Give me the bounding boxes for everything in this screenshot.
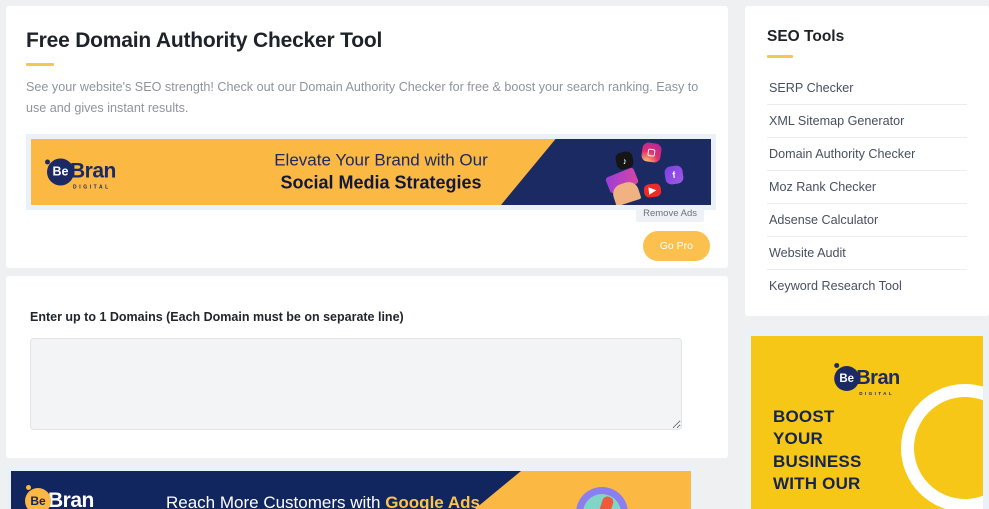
google-ads-icon-inner — [583, 494, 621, 509]
list-item: XML Sitemap Generator — [767, 104, 967, 137]
page-root: Free Domain Authority Checker Tool See y… — [0, 0, 989, 509]
google-ads-icon-bar — [592, 495, 615, 509]
seo-tools-list: SERP Checker XML Sitemap Generator Domai… — [767, 72, 967, 302]
sidebar-title: SEO Tools — [767, 28, 845, 45]
youtube-glyph: ▶ — [648, 184, 657, 196]
domain-input[interactable] — [30, 338, 682, 430]
sidebar: SEO Tools SERP Checker XML Sitemap Gener… — [745, 6, 989, 509]
logo-dot-icon — [834, 363, 840, 368]
logo-bran-label: Bran — [70, 159, 116, 183]
logo-digital-label: DIGITAL — [73, 184, 111, 191]
youtube-icon: ▶ — [643, 183, 662, 198]
list-item: Adsense Calculator — [767, 203, 967, 236]
bottom-banner-plain-text: Reach More Customers with — [166, 493, 386, 509]
title-underline-accent — [26, 63, 54, 67]
bottom-banner-ad[interactable]: Be Bran Reach More Customers with Google… — [11, 471, 691, 509]
decorative-ring-shape — [901, 384, 983, 509]
list-item: SERP Checker — [767, 72, 967, 104]
logo-be-badge: Be — [834, 366, 860, 391]
sidebar-item-adsense-calculator[interactable]: Adsense Calculator — [767, 204, 967, 236]
sidebar-item-serp-checker[interactable]: SERP Checker — [767, 72, 967, 104]
top-banner-line2: Social Media Strategies — [280, 172, 482, 193]
top-banner-ad[interactable]: Be Bran DIGITAL Elevate Your Brand with … — [31, 138, 711, 205]
remove-ads-label[interactable]: Remove Ads — [636, 205, 704, 222]
bottom-ad-frame: Be Bran Reach More Customers with Google… — [6, 466, 696, 509]
list-item: Domain Authority Checker — [767, 137, 967, 170]
facebook-glyph: f — [671, 169, 677, 181]
list-item: Keyword Research Tool — [767, 269, 967, 302]
sidebar-item-website-audit[interactable]: Website Audit — [767, 237, 967, 269]
go-pro-button[interactable]: Go Pro — [642, 231, 710, 261]
sidebar-ad-headline: BOOST YOUR BUSINESS WITH OUR — [773, 407, 862, 494]
seo-tools-card: SEO Tools SERP Checker XML Sitemap Gener… — [745, 6, 989, 316]
logo-bran-text: Bran DIGITAL — [856, 367, 900, 396]
logo-digital-label: DIGITAL — [859, 391, 895, 396]
bottom-banner-text: Reach More Customers with Google Ads — [166, 493, 480, 509]
page-title: Free Domain Authority Checker Tool — [26, 29, 383, 52]
top-ad-frame: Be Bran DIGITAL Elevate Your Brand with … — [26, 133, 716, 210]
page-description: See your website's SEO strength! Check o… — [26, 80, 699, 115]
bebran-logo: Be Bran DIGITAL — [45, 158, 116, 191]
top-banner-line1: Elevate Your Brand with Our — [274, 150, 488, 170]
sidebar-ad-frame: Be Bran DIGITAL BOOST YOUR BUSINESS WITH… — [745, 330, 989, 509]
tiktok-icon: ♪ — [614, 150, 635, 171]
logo-bran-text: Bran — [48, 489, 94, 509]
top-banner-text: Elevate Your Brand with Our Social Media… — [236, 149, 526, 194]
header-card: Free Domain Authority Checker Tool See y… — [6, 6, 728, 268]
tiktok-glyph: ♪ — [621, 155, 628, 166]
logo-bran-text: Bran DIGITAL — [70, 159, 116, 191]
logo-bran-label: Bran — [856, 367, 900, 389]
list-item: Website Audit — [767, 236, 967, 269]
sidebar-item-xml-sitemap-generator[interactable]: XML Sitemap Generator — [767, 105, 967, 137]
sidebar-item-domain-authority-checker[interactable]: Domain Authority Checker — [767, 138, 967, 170]
bebran-logo-bottom: Be Bran — [25, 485, 94, 509]
sidebar-ad[interactable]: Be Bran DIGITAL BOOST YOUR BUSINESS WITH… — [751, 336, 983, 509]
bottom-banner-highlight-text: Google Ads — [385, 493, 480, 509]
instagram-glyph: ▢ — [646, 146, 657, 158]
instagram-icon: ▢ — [640, 141, 663, 164]
logo-be-badge: Be — [47, 158, 74, 186]
facebook-icon: f — [663, 164, 685, 186]
main-column: Free Domain Authority Checker Tool See y… — [6, 6, 728, 509]
sidebar-item-moz-rank-checker[interactable]: Moz Rank Checker — [767, 171, 967, 203]
list-item: Moz Rank Checker — [767, 170, 967, 203]
domain-input-label: Enter up to 1 Domains (Each Domain must … — [30, 310, 404, 324]
domain-form-card: Enter up to 1 Domains (Each Domain must … — [6, 276, 728, 458]
logo-be-badge: Be — [25, 488, 51, 509]
bebran-logo-sidebar: Be Bran DIGITAL — [834, 363, 900, 396]
sidebar-item-keyword-research-tool[interactable]: Keyword Research Tool — [767, 270, 967, 302]
sidebar-title-underline-accent — [767, 55, 793, 58]
